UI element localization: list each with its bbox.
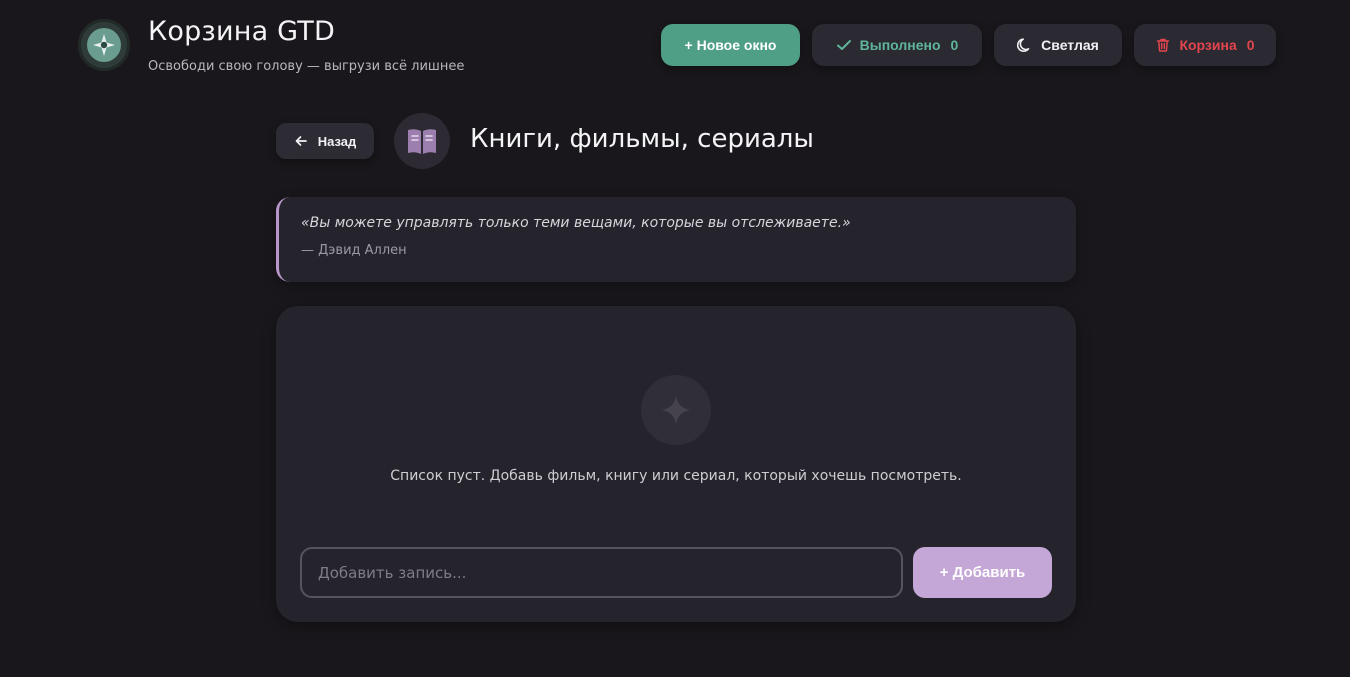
trash-label: Корзина bbox=[1179, 37, 1237, 53]
add-button[interactable]: + Добавить bbox=[913, 547, 1052, 598]
quote-card: «Вы можете управлять только теми вещами,… bbox=[276, 197, 1076, 282]
done-button[interactable]: Выполнено 0 bbox=[812, 24, 982, 66]
open-book-icon bbox=[394, 113, 450, 169]
add-entry-input[interactable] bbox=[300, 547, 903, 598]
app-title: Корзина GTD bbox=[148, 16, 335, 47]
done-label: Выполнено bbox=[859, 37, 941, 53]
check-icon bbox=[836, 37, 852, 53]
arrow-left-icon bbox=[294, 134, 308, 148]
trash-button[interactable]: Корзина 0 bbox=[1134, 24, 1276, 66]
new-window-label: + Новое окно bbox=[684, 37, 777, 53]
quote-text: «Вы можете управлять только теми вещами,… bbox=[301, 215, 851, 231]
page-title: Книги, фильмы, сериалы bbox=[470, 124, 814, 154]
add-label: + Добавить bbox=[939, 564, 1026, 581]
app-logo-icon bbox=[78, 19, 130, 71]
sparkle-icon bbox=[641, 375, 711, 445]
new-window-button[interactable]: + Новое окно bbox=[661, 24, 800, 66]
app-subtitle: Освободи свою голову — выгрузи всё лишне… bbox=[148, 59, 465, 74]
app-page: Корзина GTD Освободи свою голову — выгру… bbox=[0, 0, 1350, 677]
done-count: 0 bbox=[950, 37, 959, 53]
trash-icon bbox=[1155, 37, 1171, 53]
trash-count: 0 bbox=[1246, 37, 1255, 53]
list-card: Список пуст. Добавь фильм, книгу или сер… bbox=[276, 306, 1076, 622]
empty-state-text: Список пуст. Добавь фильм, книгу или сер… bbox=[390, 468, 962, 484]
back-button[interactable]: Назад bbox=[276, 123, 374, 159]
moon-icon bbox=[1017, 37, 1033, 53]
quote-author: — Дэвид Аллен bbox=[301, 243, 407, 258]
back-label: Назад bbox=[317, 133, 357, 149]
theme-toggle-button[interactable]: Светлая bbox=[994, 24, 1122, 66]
theme-label: Светлая bbox=[1041, 37, 1099, 53]
